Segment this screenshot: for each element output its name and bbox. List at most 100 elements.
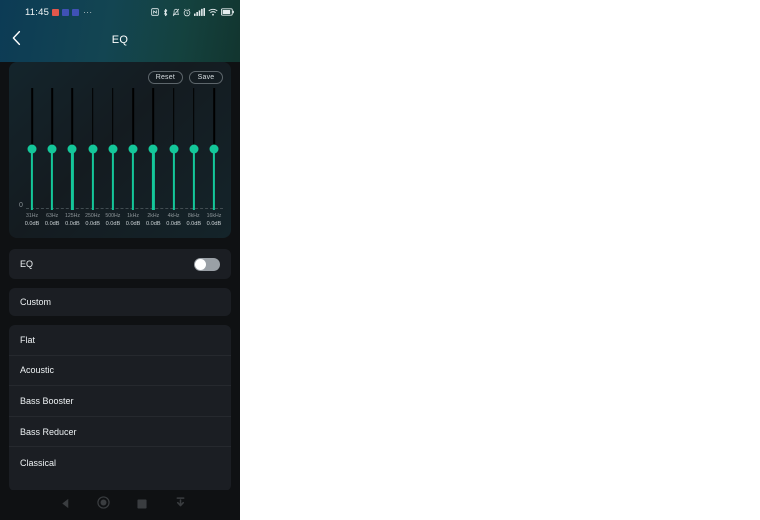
eq-band-gain: 0.0dB	[24, 221, 40, 227]
eq-band-slider[interactable]: 4kHz 0.0dB	[165, 88, 183, 236]
notification-overflow-icon: ···	[83, 7, 93, 17]
status-time: 11:45	[25, 6, 50, 18]
preset-item[interactable]: Classical	[9, 447, 231, 478]
eq-band-track[interactable]	[43, 88, 61, 210]
eq-band-frequency: 250Hz	[85, 213, 101, 219]
custom-preset-label: Custom	[20, 297, 52, 307]
recents-square-icon	[137, 496, 147, 514]
eq-band-track[interactable]	[63, 88, 81, 210]
empty-canvas-area	[240, 0, 760, 520]
battery-icon	[221, 8, 234, 16]
eq-band-frequency: 8kHz	[187, 213, 200, 219]
chevron-left-icon	[11, 30, 22, 51]
back-button[interactable]	[4, 28, 28, 52]
reset-button[interactable]: Reset	[147, 71, 183, 84]
eq-band-track-lower	[192, 149, 195, 210]
eq-band-track-lower	[71, 149, 74, 210]
bluetooth-icon	[162, 8, 169, 17]
eq-band-track-lower	[172, 149, 175, 210]
preset-list: Flat Acoustic Bass Booster Bass Reducer Clas…	[9, 325, 231, 491]
eq-band-track-lower	[111, 149, 114, 210]
eq-band-frequency: 63Hz	[46, 213, 59, 219]
eq-band-track-upper	[172, 88, 175, 149]
eq-band-knob[interactable]	[88, 144, 98, 154]
eq-toggle-switch[interactable]	[194, 257, 220, 271]
eq-toggle-knob	[195, 258, 206, 270]
nav-back-button[interactable]	[54, 494, 76, 516]
eq-band-labels: 31Hz 0.0dB	[23, 212, 41, 228]
eq-band-knob[interactable]	[189, 144, 199, 154]
eq-band-labels: 8kHz 0.0dB	[185, 212, 203, 228]
eq-band-gain: 0.0dB	[166, 221, 181, 227]
eq-band-track[interactable]	[84, 88, 102, 210]
eq-band-slider[interactable]: 250Hz 0.0dB	[84, 88, 102, 236]
eq-band-track-lower	[51, 149, 54, 210]
nav-collapse-button[interactable]	[170, 494, 192, 516]
eq-band-track[interactable]	[104, 88, 122, 210]
eq-band-track[interactable]	[23, 88, 41, 210]
preset-item[interactable]: Bass Reducer	[9, 417, 231, 448]
eq-toggle-row[interactable]: EQ	[9, 249, 231, 279]
collapse-down-icon	[175, 496, 186, 514]
nfc-icon	[151, 8, 159, 16]
vibrate-mute-icon	[172, 8, 180, 17]
app-bar: EQ	[0, 24, 240, 56]
eq-band-track-upper	[132, 88, 134, 149]
eq-band-slider[interactable]: 16kHz 0.0dB	[205, 88, 223, 236]
eq-band-track[interactable]	[185, 88, 203, 210]
eq-band-track-lower	[30, 149, 34, 210]
phone-screen: 11:45 ··· EQ Reset Save 0 31Hz 0.0dB 63H…	[0, 0, 240, 520]
equalizer-card: Reset Save 0 31Hz 0.0dB 63Hz 0.0dB 125Hz 0.0d…	[9, 62, 231, 238]
preset-item[interactable]: Bass Booster	[9, 386, 231, 417]
nav-recents-button[interactable]	[131, 494, 153, 516]
signal-icon	[194, 8, 205, 16]
app-icon-2	[72, 8, 80, 16]
nav-home-button[interactable]	[93, 494, 115, 516]
eq-toggle-label: EQ	[20, 259, 34, 269]
eq-band-gain: 0.0dB	[85, 221, 100, 227]
eq-band-knob[interactable]	[148, 144, 158, 154]
eq-band-frequency: 2kHz	[147, 213, 160, 219]
eq-band-labels: 4kHz 0.0dB	[165, 212, 183, 228]
eq-band-knob[interactable]	[47, 144, 57, 154]
preset-item[interactable]: Acoustic	[9, 356, 231, 387]
eq-band-slider[interactable]: 500Hz 0.0dB	[104, 88, 122, 236]
wifi-icon	[208, 8, 218, 16]
eq-band-slider[interactable]: 31Hz 0.0dB	[23, 88, 41, 236]
eq-band-frequency: 125Hz	[64, 213, 80, 219]
eq-band-gain: 0.0dB	[186, 221, 202, 227]
preset-item[interactable]: Flat	[9, 325, 231, 356]
eq-band-track[interactable]	[124, 88, 142, 210]
eq-band-track[interactable]	[144, 88, 162, 210]
eq-band-slider[interactable]: 2kHz 0.0dB	[144, 88, 162, 236]
eq-band-knob[interactable]	[108, 144, 118, 154]
eq-band-slider[interactable]: 125Hz 0.0dB	[63, 88, 81, 236]
custom-preset-row[interactable]: Custom	[9, 288, 231, 316]
eq-band-labels: 2kHz 0.0dB	[144, 212, 162, 228]
eq-band-track-upper	[31, 88, 33, 149]
eq-band-slider[interactable]: 1kHz 0.0dB	[124, 88, 142, 236]
eq-band-knob[interactable]	[169, 144, 179, 154]
status-bar: 11:45 ···	[0, 0, 240, 24]
save-button[interactable]: Save	[189, 71, 223, 84]
eq-band-track[interactable]	[165, 88, 183, 210]
android-navigation-bar	[0, 490, 240, 520]
alarm-icon	[183, 8, 191, 17]
eq-band-track-upper	[71, 88, 74, 149]
eq-band-knob[interactable]	[27, 144, 37, 154]
back-triangle-icon	[60, 496, 71, 514]
eq-band-knob[interactable]	[128, 144, 138, 154]
eq-band-track-upper	[192, 88, 195, 149]
eq-band-labels: 250Hz 0.0dB	[84, 212, 102, 228]
eq-band-gain: 0.0dB	[146, 221, 161, 227]
page-title: EQ	[111, 34, 129, 46]
eq-band-knob[interactable]	[67, 144, 77, 154]
eq-band-frequency: 4kHz	[167, 213, 180, 219]
eq-band-track[interactable]	[205, 88, 223, 210]
home-circle-icon	[97, 496, 110, 514]
eq-band-slider[interactable]: 8kHz 0.0dB	[185, 88, 203, 236]
eq-band-knob[interactable]	[209, 144, 219, 154]
eq-band-slider[interactable]: 63Hz 0.0dB	[43, 88, 61, 236]
eq-band-labels: 16kHz 0.0dB	[205, 212, 223, 228]
eq-band-track-upper	[51, 88, 54, 149]
